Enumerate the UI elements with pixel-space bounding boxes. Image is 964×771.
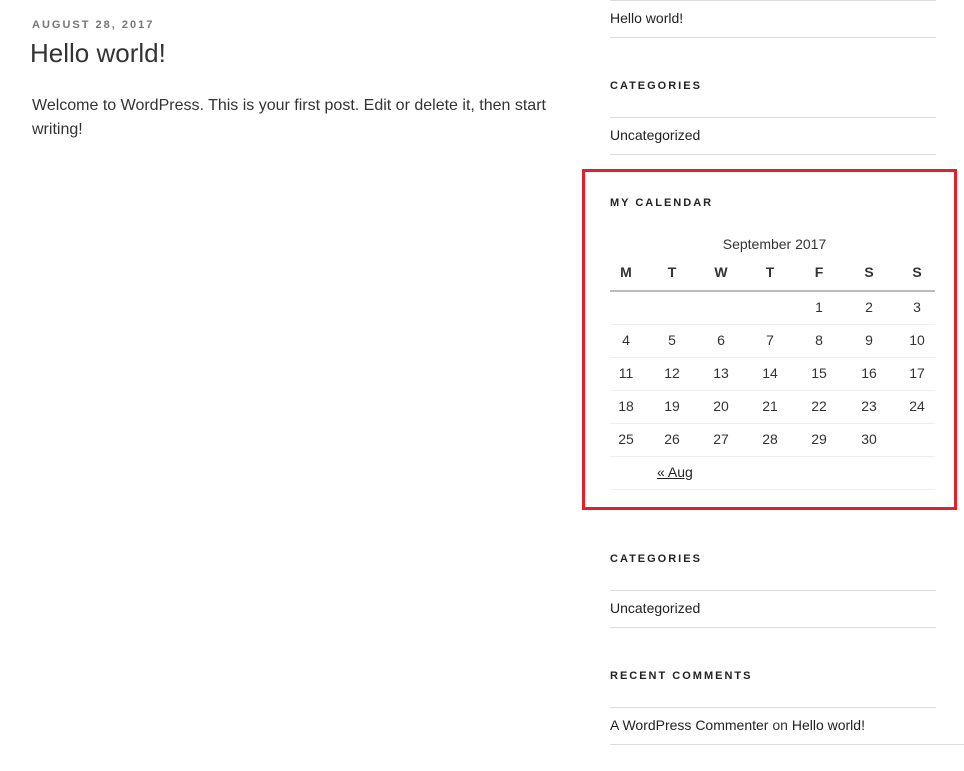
divider	[610, 744, 964, 745]
calendar-day	[606, 291, 646, 324]
calendar-day: 30	[861, 431, 877, 447]
weekday-label: T	[765, 264, 775, 280]
calendar-day: 24	[909, 398, 925, 414]
category-link-uncategorized-2[interactable]: Uncategorized	[610, 600, 700, 616]
weekday-label: M	[620, 264, 632, 280]
calendar-day: 19	[664, 398, 680, 414]
calendar-day: 5	[668, 332, 676, 348]
divider	[610, 117, 936, 118]
divider	[610, 590, 936, 591]
calendar-week-row: 25 26 27 28 29 30	[610, 423, 935, 457]
calendar-day	[750, 291, 790, 324]
calendar-day: 3	[913, 299, 921, 315]
calendar-week-row: 1 2 3	[610, 291, 935, 325]
calendar-day: 25	[618, 431, 634, 447]
calendar-day: 28	[762, 431, 778, 447]
calendar-prev-month-link[interactable]: « Aug	[657, 456, 693, 489]
calendar-day	[701, 291, 741, 324]
recent-post-link[interactable]: Hello world!	[610, 10, 683, 26]
divider	[610, 37, 936, 38]
divider	[610, 0, 936, 1]
calendar-day: 9	[865, 332, 873, 348]
calendar-day: 16	[861, 365, 877, 381]
calendar-day: 15	[811, 365, 827, 381]
calendar-weekday-header: M T W T F S S	[610, 256, 935, 292]
calendar-day: 1	[815, 299, 823, 315]
divider	[610, 707, 936, 708]
calendar-day: 11	[618, 365, 634, 381]
weekday-label: T	[667, 264, 677, 280]
calendar-week-row: 11 12 13 14 15 16 17	[610, 357, 935, 391]
weekday-label: W	[714, 264, 728, 280]
weekday-label: S	[864, 264, 874, 280]
calendar-day: 20	[713, 398, 729, 414]
recent-comment-item: A WordPress Commenter on Hello world!	[610, 717, 865, 733]
comment-post-link[interactable]: Hello world!	[792, 717, 865, 733]
categories-widget-title: CATEGORIES	[610, 80, 702, 92]
calendar-day: 2	[865, 299, 873, 315]
divider	[610, 154, 936, 155]
calendar-day: 12	[664, 365, 680, 381]
weekday-label: S	[912, 264, 922, 280]
calendar-day: 7	[766, 332, 774, 348]
calendar-day: 22	[811, 398, 827, 414]
weekday-label: F	[814, 264, 824, 280]
calendar-day: 17	[909, 365, 925, 381]
calendar-caption: September 2017	[722, 236, 827, 252]
calendar-nav-row: « Aug	[610, 456, 935, 490]
post-body: Welcome to WordPress. This is your first…	[32, 97, 546, 138]
calendar-day: 18	[618, 398, 634, 414]
calendar-day	[897, 423, 937, 456]
recent-comments-widget-title: RECENT COMMENTS	[610, 670, 753, 682]
calendar-day: 21	[762, 398, 778, 414]
calendar-week-row: 4 5 6 7 8 9 10	[610, 324, 935, 358]
calendar-day: 27	[713, 431, 729, 447]
calendar-day: 13	[713, 365, 729, 381]
post-date[interactable]: AUGUST 28, 2017	[32, 19, 154, 31]
calendar-day: 14	[762, 365, 778, 381]
category-link-uncategorized[interactable]: Uncategorized	[610, 127, 700, 143]
divider	[610, 627, 936, 628]
calendar-day: 6	[717, 332, 725, 348]
calendar-day: 26	[664, 431, 680, 447]
categories-widget-title-2: CATEGORIES	[610, 553, 702, 565]
calendar-day	[652, 291, 692, 324]
comment-connector: on	[772, 717, 788, 733]
calendar-day: 10	[909, 332, 925, 348]
comment-author-link[interactable]: A WordPress Commenter	[610, 717, 768, 733]
calendar-day: 8	[815, 332, 823, 348]
calendar-day: 23	[861, 398, 877, 414]
calendar-day: 29	[811, 431, 827, 447]
calendar-day: 4	[622, 332, 630, 348]
calendar-week-row: 18 19 20 21 22 23 24	[610, 390, 935, 424]
post-title[interactable]: Hello world!	[30, 38, 166, 69]
